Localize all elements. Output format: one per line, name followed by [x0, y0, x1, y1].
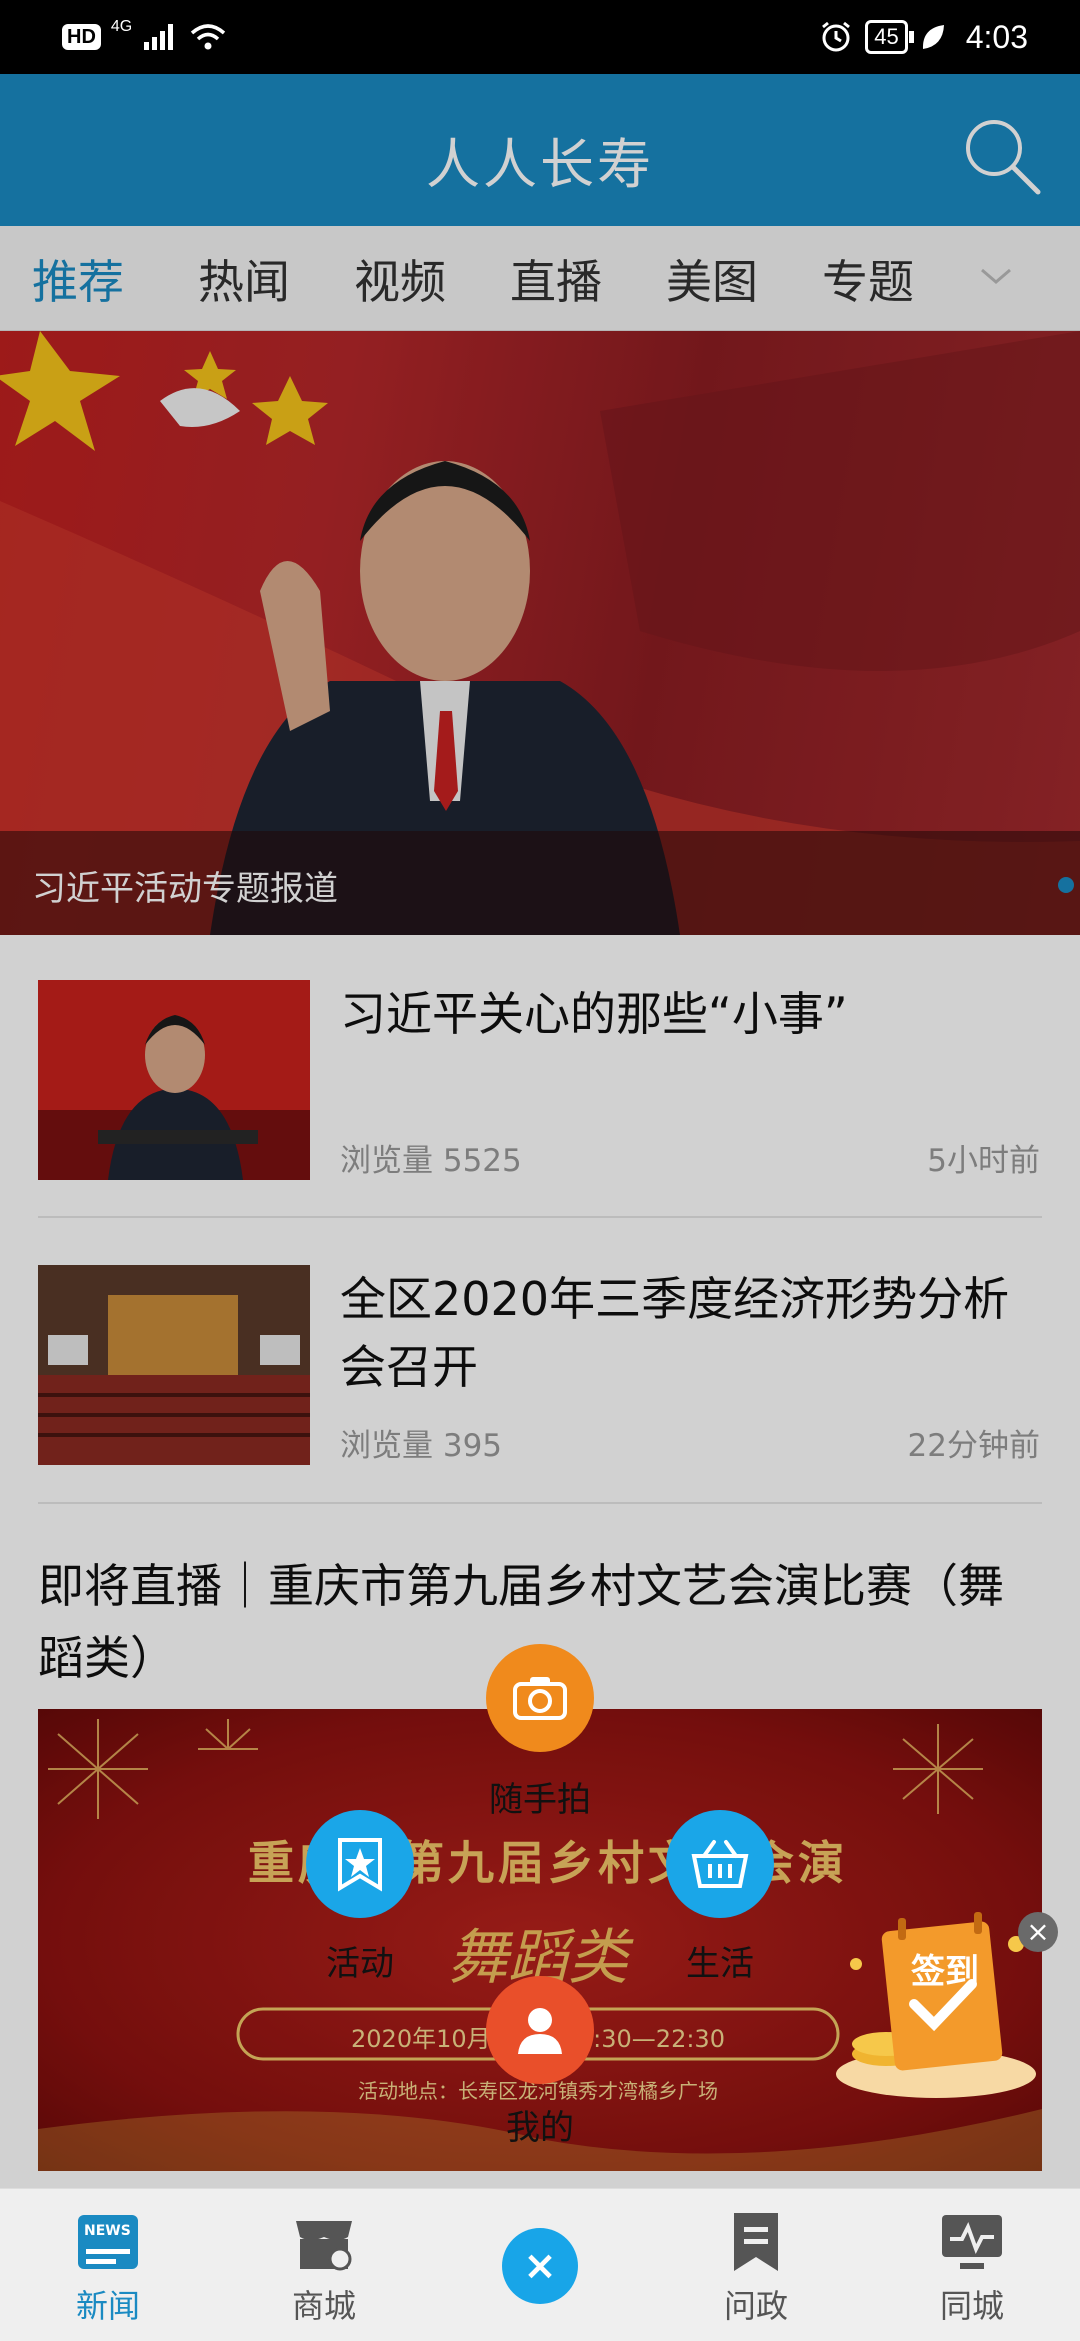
nav-item-news[interactable]: NEWS 新闻: [0, 2189, 216, 2341]
life-button[interactable]: [666, 1810, 774, 1918]
camera-icon: [513, 1677, 567, 1720]
activity-button[interactable]: [306, 1810, 414, 1918]
status-bar: HD 4G 45 4:03: [0, 0, 1080, 74]
checkin-widget[interactable]: 签到: [826, 1904, 1046, 2104]
life-label: 生活: [686, 1944, 754, 1984]
checkin-label: 签到: [911, 1952, 979, 1992]
close-menu-button[interactable]: ×: [502, 2228, 578, 2304]
monitor-icon: [942, 2215, 1002, 2269]
checkin-close-button[interactable]: ×: [1018, 1912, 1058, 1952]
signal-icon: [144, 24, 174, 50]
wifi-icon: [191, 24, 226, 50]
status-time: 4:03: [965, 18, 1028, 55]
nav-label-mall: 商城: [291, 2287, 356, 2325]
nav-item-inquiry[interactable]: 问政: [648, 2189, 864, 2341]
nav-label-news: 新闻: [75, 2287, 140, 2325]
mine-label: 我的: [506, 2108, 574, 2148]
basket-icon: [691, 1840, 749, 1888]
checkin-calendar-icon: [836, 1912, 1036, 2098]
leaf-icon: [922, 25, 944, 49]
nav-item-mall[interactable]: 商城: [216, 2189, 432, 2341]
alarm-icon: [822, 21, 851, 52]
news-icon: [78, 2215, 138, 2269]
bookmark-icon: [734, 2213, 778, 2271]
battery-indicator: 45: [865, 20, 915, 54]
nav-item-local[interactable]: 同城: [864, 2189, 1080, 2341]
star-flag-icon: [338, 1838, 382, 1892]
photo-label: 随手拍: [489, 1780, 591, 1820]
network-type: 4G: [110, 18, 133, 35]
nav-label-local: 同城: [939, 2287, 1004, 2325]
nav-label-inquiry: 问政: [723, 2287, 788, 2325]
hd-indicator: HD: [62, 24, 101, 50]
user-icon: [518, 2008, 562, 2054]
news-badge-text: NEWS: [84, 2223, 131, 2239]
shop-icon: [296, 2221, 352, 2271]
activity-label: 活动: [326, 1944, 394, 1984]
photo-button[interactable]: [486, 1644, 594, 1752]
mine-button[interactable]: [486, 1976, 594, 2084]
